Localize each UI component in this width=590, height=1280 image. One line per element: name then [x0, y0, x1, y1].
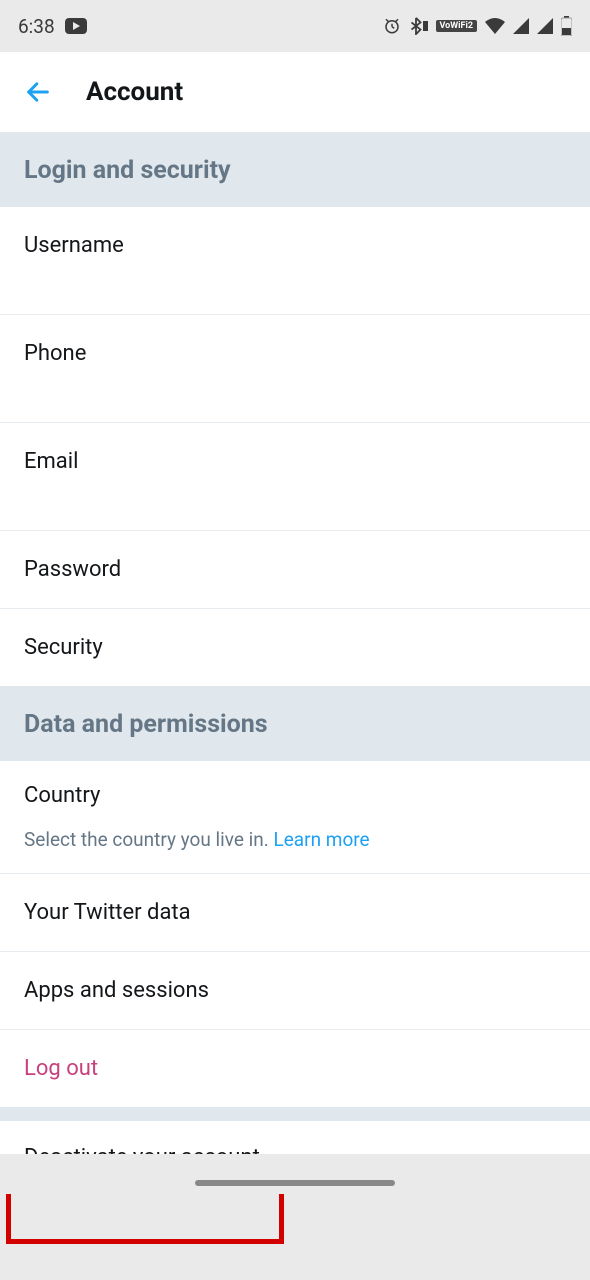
youtube-icon [65, 18, 87, 34]
twitter-data-label: Your Twitter data [24, 900, 191, 925]
password-label: Password [24, 557, 121, 582]
nav-handle[interactable] [195, 1180, 395, 1186]
alarm-icon [383, 17, 401, 35]
twitter-data-item[interactable]: Your Twitter data [0, 874, 590, 952]
phone-label: Phone [24, 341, 86, 366]
country-label: Country [24, 783, 100, 808]
system-nav-bar [0, 1154, 590, 1194]
section-login-security: Login and security [0, 132, 590, 207]
country-desc-text: Select the country you live in. [24, 828, 274, 851]
back-arrow-icon[interactable] [24, 78, 52, 106]
signal-icon-2 [537, 18, 553, 34]
email-label: Email [24, 449, 78, 474]
country-description: Select the country you live in. Learn mo… [0, 814, 590, 874]
battery-icon [561, 16, 572, 36]
vowifi-badge: VoWiFi2 [436, 20, 478, 32]
app-header: Account [0, 52, 590, 132]
security-item[interactable]: Security [0, 609, 590, 686]
signal-icon-1 [513, 18, 529, 34]
learn-more-link[interactable]: Learn more [274, 828, 370, 851]
apps-sessions-label: Apps and sessions [24, 978, 209, 1003]
username-label: Username [24, 233, 124, 258]
country-item[interactable]: Country [0, 761, 590, 814]
password-item[interactable]: Password [0, 531, 590, 609]
apps-sessions-item[interactable]: Apps and sessions [0, 952, 590, 1030]
section-divider [0, 1107, 590, 1121]
page-title: Account [86, 77, 183, 107]
bluetooth-icon [409, 17, 428, 35]
username-item[interactable]: Username [0, 207, 590, 315]
log-out-label: Log out [24, 1056, 98, 1081]
status-time: 6:38 [18, 15, 55, 38]
email-item[interactable]: Email [0, 423, 590, 531]
phone-item[interactable]: Phone [0, 315, 590, 423]
log-out-item[interactable]: Log out [0, 1030, 590, 1107]
status-bar: 6:38 VoWiFi2 [0, 0, 590, 52]
security-label: Security [24, 635, 103, 660]
section-data-permissions: Data and permissions [0, 686, 590, 761]
wifi-icon [485, 18, 505, 34]
